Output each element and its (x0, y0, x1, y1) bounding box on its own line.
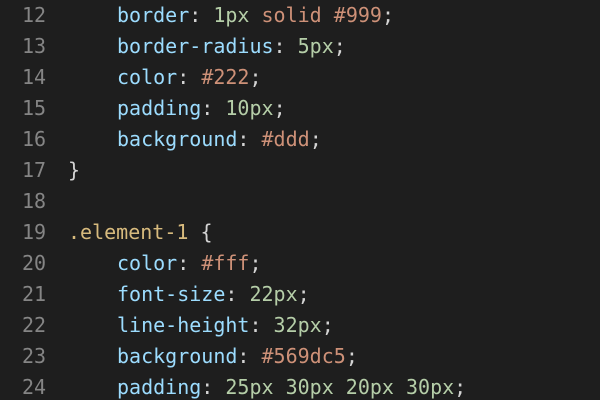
token-punct: : (177, 65, 202, 89)
code-line[interactable]: 16 background: #ddd; (0, 124, 600, 155)
code-line[interactable]: 17} (0, 155, 600, 186)
code-content[interactable]: border: 1px solid #999; (68, 0, 394, 31)
line-number: 13 (22, 34, 47, 58)
code-line[interactable]: 12 border: 1px solid #999; (0, 0, 600, 31)
token-punct: : (201, 375, 226, 399)
token-property: padding (117, 375, 202, 399)
token-number: 10px (225, 96, 274, 120)
token-color: #222 (201, 65, 250, 89)
token-property: padding (117, 96, 202, 120)
token-number: 32px (273, 313, 322, 337)
code-line[interactable]: 22 line-height: 32px; (0, 310, 600, 341)
token-punct: ; (249, 65, 262, 89)
token-color: #569dc5 (261, 344, 346, 368)
line-number: 24 (22, 375, 47, 399)
token-property: background (117, 344, 238, 368)
token-punct: : (237, 344, 262, 368)
code-line[interactable]: 21 font-size: 22px; (0, 279, 600, 310)
code-line[interactable]: 24 padding: 25px 30px 20px 30px; (0, 372, 600, 400)
code-line[interactable]: 19 .element-1 { (0, 217, 600, 248)
token-punct: ; (454, 375, 467, 399)
code-line[interactable]: 23 background: #569dc5; (0, 341, 600, 372)
token-punct: ; (321, 313, 334, 337)
line-number: 20 (22, 251, 47, 275)
token-punct: ; (345, 344, 358, 368)
token-property: border (117, 3, 190, 27)
token-punct: { (188, 220, 213, 244)
token-punct: } (68, 158, 81, 182)
line-number: 17 (22, 158, 47, 182)
token-punct: ; (273, 96, 286, 120)
code-line[interactable]: 18 (0, 186, 600, 217)
code-line[interactable]: 15 padding: 10px; (0, 93, 600, 124)
token-punct: : (201, 96, 226, 120)
token-number: 1px (213, 3, 250, 27)
line-number: 22 (22, 313, 47, 337)
token-property: border-radius (117, 34, 274, 58)
line-number: 21 (22, 282, 47, 306)
token-punct: : (273, 34, 298, 58)
token-punct: : (225, 282, 250, 306)
code-content[interactable]: .element-1 { (68, 217, 213, 248)
line-number: 18 (22, 189, 47, 213)
code-content[interactable]: color: #fff; (68, 248, 262, 279)
code-content[interactable]: font-size: 22px; (68, 279, 310, 310)
line-number: 15 (22, 96, 47, 120)
line-number: 16 (22, 127, 47, 151)
line-number: 14 (22, 65, 47, 89)
token-property: background (117, 127, 238, 151)
token-color: #999 (333, 3, 382, 27)
token-number: 22px (249, 282, 298, 306)
token-number: 5px (297, 34, 334, 58)
token-color: #fff (201, 251, 250, 275)
code-content[interactable]: background: #569dc5; (68, 341, 358, 372)
token-punct: : (237, 127, 262, 151)
token-property: color (117, 251, 178, 275)
token-punct: ; (309, 127, 322, 151)
token-punct: ; (249, 251, 262, 275)
token-punct (322, 3, 334, 27)
token-keyword: solid (261, 3, 322, 27)
token-color: #ddd (261, 127, 310, 151)
code-lines: 12 border: 1px solid #999; 13 border-radius… (0, 0, 600, 400)
token-punct: ; (297, 282, 310, 306)
token-punct (249, 3, 261, 27)
token-number: 25px 30px 20px 30px (225, 375, 455, 399)
line-number: 12 (22, 3, 47, 27)
code-line[interactable]: 20 color: #fff; (0, 248, 600, 279)
code-content[interactable]: } (68, 155, 80, 186)
token-property: color (117, 65, 178, 89)
token-punct: ; (333, 34, 346, 58)
code-editor[interactable]: 12 border: 1px solid #999; 13 border-radius… (0, 0, 600, 400)
code-line[interactable]: 13 border-radius: 5px; (0, 31, 600, 62)
token-punct: : (249, 313, 274, 337)
code-content[interactable]: color: #222; (68, 62, 262, 93)
line-number: 23 (22, 344, 47, 368)
line-number: 19 (22, 220, 47, 244)
token-punct: : (177, 251, 202, 275)
code-content[interactable]: padding: 10px; (68, 93, 286, 124)
code-content[interactable]: background: #ddd; (68, 124, 322, 155)
code-content[interactable]: padding: 25px 30px 20px 30px; (68, 372, 466, 400)
token-punct: : (189, 3, 214, 27)
token-selector: .element-1 (68, 220, 189, 244)
token-property: line-height (117, 313, 250, 337)
code-content[interactable]: border-radius: 5px; (68, 31, 346, 62)
code-line[interactable]: 14 color: #222; (0, 62, 600, 93)
code-content[interactable]: line-height: 32px; (68, 310, 334, 341)
token-punct: ; (381, 3, 394, 27)
token-property: font-size (117, 282, 226, 306)
